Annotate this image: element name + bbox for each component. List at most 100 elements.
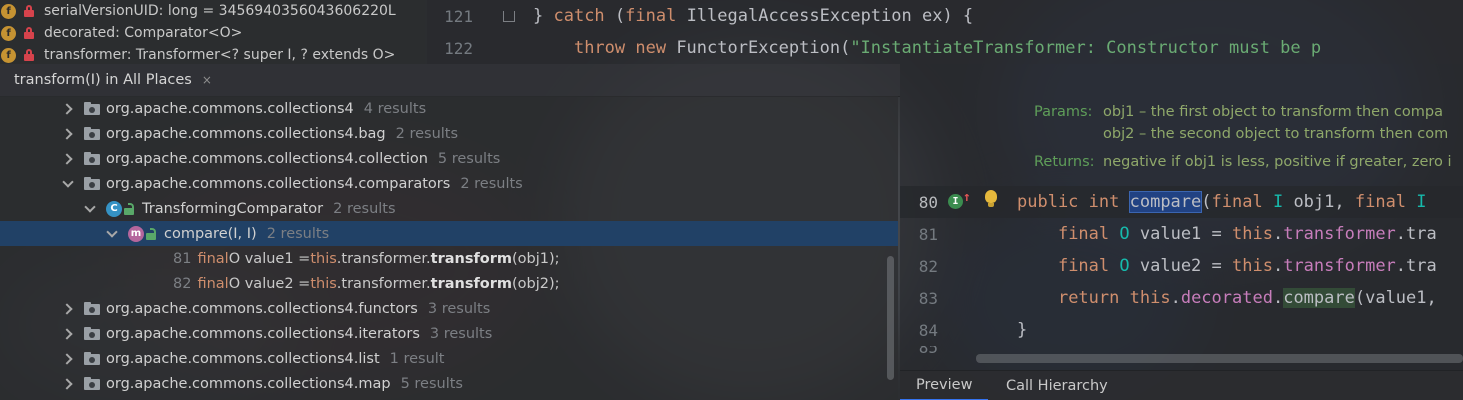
- find-usages-tree[interactable]: org.apache.commons.collections4 4 result…: [0, 96, 898, 400]
- code-token: return: [1057, 288, 1120, 308]
- tree-node-package[interactable]: org.apache.commons.collections4 4 result…: [0, 96, 898, 121]
- chevron-right-icon[interactable]: [62, 154, 72, 164]
- line-number: 83: [918, 288, 938, 308]
- class-icon: C: [106, 200, 122, 217]
- tree-node-package[interactable]: org.apache.commons.collections4.list 1 r…: [0, 346, 898, 371]
- code-token: final: [625, 6, 677, 26]
- close-icon[interactable]: ×: [202, 73, 212, 87]
- code-token: }: [533, 6, 554, 26]
- chevron-right-icon[interactable]: [62, 129, 72, 139]
- chevron-down-icon[interactable]: [84, 204, 94, 214]
- chevron-down-icon[interactable]: [62, 179, 72, 189]
- code-token: (: [604, 6, 626, 26]
- result-count: 5 results: [400, 375, 463, 392]
- method-icon: m: [128, 225, 144, 242]
- chevron-down-icon[interactable]: [106, 229, 116, 239]
- code-editor[interactable]: 121 } catch (final IllegalAccessExceptio…: [427, 0, 1463, 64]
- code-token: O value2 =: [228, 275, 311, 292]
- code-token: (value1,: [1354, 288, 1437, 308]
- code-token: I: [1416, 192, 1427, 212]
- code-token: transformer: [1283, 256, 1396, 276]
- arrow-up-icon[interactable]: ↑: [963, 190, 971, 205]
- code-token: FunctorException(: [666, 38, 851, 58]
- line-number: 82: [918, 256, 938, 276]
- tree-node-package[interactable]: org.apache.commons.collections4.iterator…: [0, 321, 898, 346]
- field-icon: f: [1, 47, 16, 63]
- code-token: .tra: [1395, 224, 1437, 244]
- structure-item[interactable]: f serialVersionUID: long = 3456940356043…: [0, 0, 425, 22]
- code-token: I: [1272, 192, 1284, 212]
- tab-preview[interactable]: Preview: [900, 371, 989, 400]
- code-token: O value1 =: [228, 250, 311, 267]
- tab-label: transform(I) in All Places: [14, 71, 192, 88]
- javadoc-returns-label: Returns:: [1034, 154, 1095, 170]
- result-count: 4 results: [363, 100, 427, 117]
- lightbulb-icon[interactable]: [985, 190, 997, 207]
- code-token: .: [1170, 288, 1181, 308]
- gutter-icons: I ↑: [938, 186, 1017, 218]
- tree-node-package[interactable]: org.apache.commons.collections4.bag 2 re…: [0, 121, 898, 146]
- chevron-right-icon[interactable]: [62, 304, 72, 314]
- code-token: value1 =: [1129, 224, 1232, 244]
- result-count: 1 result: [389, 350, 445, 367]
- code-line: 82 final O value2 = this. transformer .tra: [900, 250, 1463, 282]
- structure-item-label: serialVersionUID: long = 345694035604360…: [44, 3, 396, 19]
- tree-node-method[interactable]: m compare(I, I) 2 results: [0, 221, 898, 246]
- structure-item[interactable]: f transformer: Transformer<? super I, ? …: [0, 44, 425, 64]
- tree-node-label: org.apache.commons.collections4.collecti…: [106, 150, 428, 167]
- lock-icon: [22, 48, 36, 62]
- code-token: obj1,: [1283, 192, 1355, 212]
- structure-item-label: transformer: Transformer<? super I, ? ex…: [44, 47, 396, 63]
- line-number: 85: [918, 346, 938, 357]
- tree-node-package[interactable]: org.apache.commons.collections4.collecti…: [0, 146, 898, 171]
- code-token: public int: [1017, 192, 1120, 212]
- code-token: this: [1232, 256, 1273, 276]
- vertical-scrollbar[interactable]: [887, 256, 894, 380]
- result-count: 2 results: [333, 200, 396, 217]
- tree-node-package[interactable]: org.apache.commons.collections4.functors…: [0, 296, 898, 321]
- chevron-right-icon[interactable]: [62, 104, 72, 114]
- horizontal-scrollbar[interactable]: [976, 354, 1463, 363]
- tree-node-package[interactable]: org.apache.commons.collections4.comparat…: [0, 171, 898, 196]
- code-token: final: [1354, 192, 1407, 212]
- tab-find-results[interactable]: transform(I) in All Places ×: [0, 64, 222, 97]
- line-number: 84: [918, 320, 938, 340]
- field-icon: f: [1, 25, 16, 41]
- field-icon: f: [1, 3, 16, 19]
- code-token: (obj1);: [512, 250, 560, 267]
- fold-marker-icon[interactable]: [501, 9, 515, 23]
- structure-item[interactable]: f decorated: Comparator<O>: [0, 22, 425, 44]
- tree-node-package[interactable]: org.apache.commons.collections4.map 5 re…: [0, 371, 898, 396]
- tree-node-class[interactable]: C TransformingComparator 2 results: [0, 196, 898, 221]
- chevron-right-icon[interactable]: [62, 354, 72, 364]
- gutter-icons: [938, 282, 1017, 314]
- code-token: }: [1017, 320, 1028, 340]
- code-token: this: [1129, 288, 1171, 308]
- usage-line[interactable]: 82 final O value2 = this .transformer. tra…: [0, 271, 898, 296]
- tree-node-label: org.apache.commons.collections4.comparat…: [106, 175, 451, 192]
- package-icon: [84, 377, 100, 390]
- implements-method-icon[interactable]: I: [948, 194, 963, 209]
- usage-line[interactable]: 81 final O value1 = this .transformer. tra…: [0, 246, 898, 271]
- javadoc-params-label: Params:: [1034, 104, 1093, 120]
- package-icon: [84, 152, 100, 165]
- preview-panel[interactable]: Params: obj1 – the first object to trans…: [900, 64, 1463, 400]
- chevron-right-icon[interactable]: [62, 329, 72, 339]
- chevron-right-icon[interactable]: [62, 379, 72, 389]
- find-usages-header: transform(I) in All Places ×: [0, 64, 900, 97]
- tab-call-hierarchy[interactable]: Call Hierarchy: [990, 371, 1124, 400]
- gutter-icons: [938, 250, 1017, 282]
- code-token: final: [1057, 256, 1110, 276]
- code-token: O: [1119, 256, 1130, 276]
- javadoc-returns: negative if obj1 is less, positive if gr…: [1103, 154, 1452, 170]
- result-count: 2 results: [460, 175, 523, 192]
- code-token: .transformer.: [336, 275, 431, 292]
- result-count: 2 results: [266, 225, 330, 242]
